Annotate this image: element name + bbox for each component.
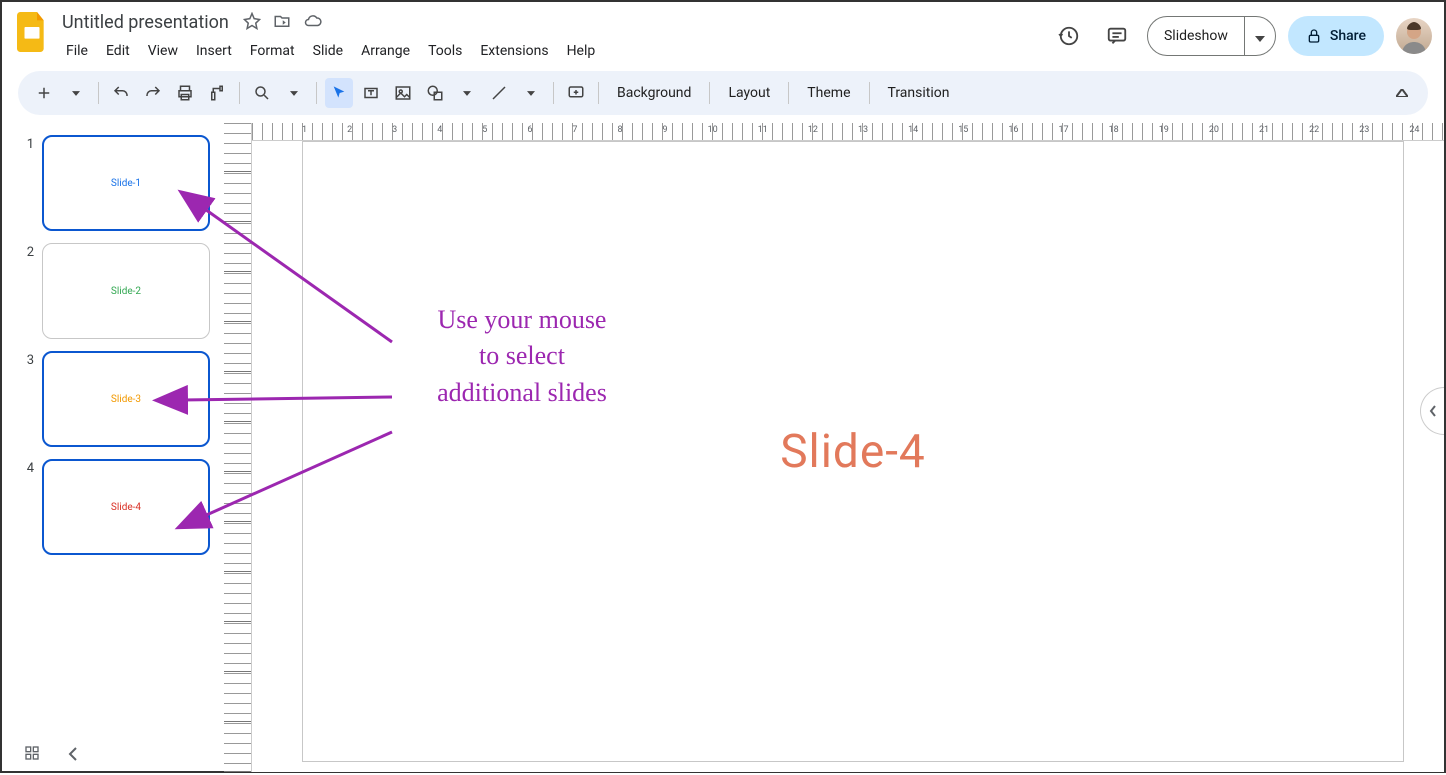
comment-add-icon[interactable] [562, 78, 590, 108]
cloud-icon[interactable] [303, 12, 323, 34]
ruler-tick: 8 [617, 125, 622, 135]
ruler-tick: 23 [1359, 125, 1369, 135]
layout-button[interactable]: Layout [718, 85, 780, 101]
ruler-tick: 18 [1109, 125, 1119, 135]
menu-slide[interactable]: Slide [305, 39, 351, 63]
shape-icon[interactable] [421, 78, 449, 108]
ruler-tick: 19 [1159, 125, 1169, 135]
paint-format-icon[interactable] [203, 78, 231, 108]
horizontal-ruler: 1234567891011121314151617181920212223242… [252, 123, 1444, 141]
menubar: File Edit View Insert Format Slide Arran… [58, 39, 603, 63]
vertical-ruler [224, 123, 252, 772]
ruler-tick: 21 [1259, 125, 1269, 135]
image-icon[interactable] [389, 78, 417, 108]
prev-slide-icon[interactable] [68, 746, 78, 765]
new-slide-button[interactable] [30, 78, 58, 108]
ruler-tick: 3 [392, 125, 397, 135]
new-slide-dropdown-icon[interactable] [62, 78, 90, 108]
slide-number: 1 [22, 135, 34, 152]
ruler-tick: 24 [1409, 125, 1419, 135]
select-tool-icon[interactable] [325, 78, 353, 108]
thumb-label: Slide-1 [111, 178, 141, 189]
ruler-tick: 9 [663, 125, 668, 135]
menu-extensions[interactable]: Extensions [472, 39, 556, 63]
line-icon[interactable] [485, 78, 513, 108]
ruler-tick: 15 [958, 125, 968, 135]
ruler-tick: 4 [437, 125, 442, 135]
filmstrip: 1 Slide-1 2 Slide-2 3 Slide-3 4 Slide-4 [2, 123, 224, 772]
thumb-label: Slide-2 [111, 286, 141, 297]
share-label: Share [1330, 28, 1366, 44]
ruler-tick: 17 [1058, 125, 1068, 135]
menu-insert[interactable]: Insert [188, 39, 240, 63]
slide-thumb-2[interactable]: Slide-2 [42, 243, 210, 339]
menu-edit[interactable]: Edit [98, 39, 138, 63]
grid-view-icon[interactable] [24, 745, 40, 765]
thumb-label: Slide-4 [111, 502, 141, 513]
lock-icon [1306, 28, 1322, 44]
print-icon[interactable] [171, 78, 199, 108]
menu-file[interactable]: File [58, 39, 96, 63]
ruler-tick: 12 [808, 125, 818, 135]
slide-number: 4 [22, 459, 34, 476]
comments-icon[interactable] [1099, 18, 1135, 54]
slide-thumb-4[interactable]: Slide-4 [42, 459, 210, 555]
undo-icon[interactable] [107, 78, 135, 108]
ruler-tick: 11 [758, 125, 768, 135]
slide-number: 3 [22, 351, 34, 368]
ruler-tick: 22 [1309, 125, 1319, 135]
theme-button[interactable]: Theme [797, 85, 860, 101]
ruler-tick: 14 [908, 125, 918, 135]
redo-icon[interactable] [139, 78, 167, 108]
slideshow-dropdown-icon[interactable] [1245, 27, 1275, 46]
toolbar: Background Layout Theme Transition [18, 71, 1428, 115]
shape-dropdown-icon[interactable] [453, 78, 481, 108]
slideshow-button[interactable]: Slideshow [1147, 16, 1276, 56]
menu-format[interactable]: Format [242, 39, 303, 63]
ruler-tick: 7 [572, 125, 577, 135]
slide-number: 2 [22, 243, 34, 260]
canvas-slide-title: Slide-4 [780, 425, 926, 479]
textbox-icon[interactable] [357, 78, 385, 108]
slideshow-label[interactable]: Slideshow [1148, 17, 1245, 55]
zoom-icon[interactable] [248, 78, 276, 108]
transition-button[interactable]: Transition [878, 85, 960, 101]
slides-app-icon[interactable] [14, 14, 50, 50]
slide-thumb-3[interactable]: Slide-3 [42, 351, 210, 447]
slide-thumb-1[interactable]: Slide-1 [42, 135, 210, 231]
slide-canvas[interactable]: Slide-4 [302, 141, 1404, 762]
move-icon[interactable] [273, 12, 291, 34]
ruler-tick: 16 [1008, 125, 1018, 135]
ruler-tick: 6 [527, 125, 532, 135]
ruler-tick: 1 [302, 125, 307, 135]
footer [24, 745, 78, 765]
ruler-tick: 10 [708, 125, 718, 135]
thumb-label: Slide-3 [111, 394, 141, 405]
menu-help[interactable]: Help [559, 39, 604, 63]
ruler-tick: 13 [858, 125, 868, 135]
avatar[interactable] [1396, 18, 1432, 54]
star-icon[interactable] [243, 12, 261, 34]
collapse-toolbar-icon[interactable] [1388, 78, 1416, 108]
zoom-dropdown-icon[interactable] [280, 78, 308, 108]
ruler-tick: 20 [1209, 125, 1219, 135]
history-icon[interactable] [1051, 18, 1087, 54]
menu-tools[interactable]: Tools [420, 39, 470, 63]
ruler-tick: 2 [347, 125, 352, 135]
share-button[interactable]: Share [1288, 16, 1384, 56]
doc-title[interactable]: Untitled presentation [58, 10, 233, 35]
menu-arrange[interactable]: Arrange [353, 39, 418, 63]
ruler-tick: 5 [482, 125, 487, 135]
background-button[interactable]: Background [607, 85, 701, 101]
line-dropdown-icon[interactable] [517, 78, 545, 108]
menu-view[interactable]: View [140, 39, 186, 63]
